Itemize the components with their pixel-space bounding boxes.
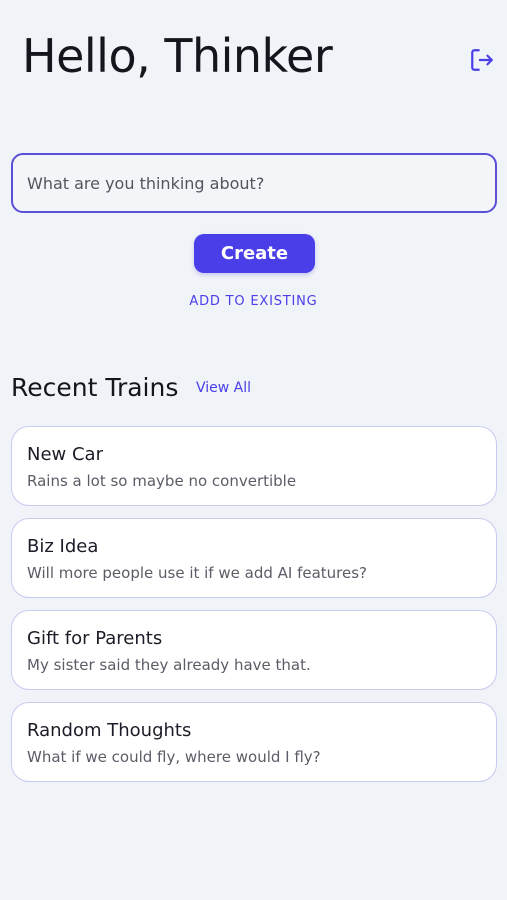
create-button[interactable]: Create [194, 234, 315, 273]
logout-icon [471, 49, 493, 71]
train-title: Gift for Parents [27, 628, 163, 649]
train-card-random-thoughts[interactable]: Random Thoughts What if we could fly, wh… [11, 702, 497, 782]
train-note: My sister said they already have that. [27, 656, 311, 674]
thought-input[interactable] [11, 153, 497, 213]
train-card-new-car[interactable]: New Car Rains a lot so maybe no converti… [11, 426, 497, 506]
train-title: New Car [27, 444, 103, 465]
train-note: Rains a lot so maybe no convertible [27, 472, 297, 490]
train-note: Will more people use it if we add AI fea… [27, 564, 368, 582]
train-note: What if we could fly, where would I fly? [27, 748, 321, 766]
train-title: Random Thoughts [27, 720, 192, 741]
train-card-biz-idea[interactable]: Biz Idea Will more people use it if we a… [11, 518, 497, 598]
recent-trains-heading: Recent Trains [11, 373, 179, 402]
train-title: Biz Idea [27, 536, 99, 557]
recent-trains-list: New Car Rains a lot so maybe no converti… [11, 426, 497, 794]
add-to-existing-link[interactable]: ADD TO EXISTING [0, 294, 507, 309]
logout-button[interactable] [468, 46, 496, 74]
page-title: Hello, Thinker [22, 29, 333, 83]
train-card-gift-for-parents[interactable]: Gift for Parents My sister said they alr… [11, 610, 497, 690]
view-all-link[interactable]: View All [196, 380, 251, 396]
